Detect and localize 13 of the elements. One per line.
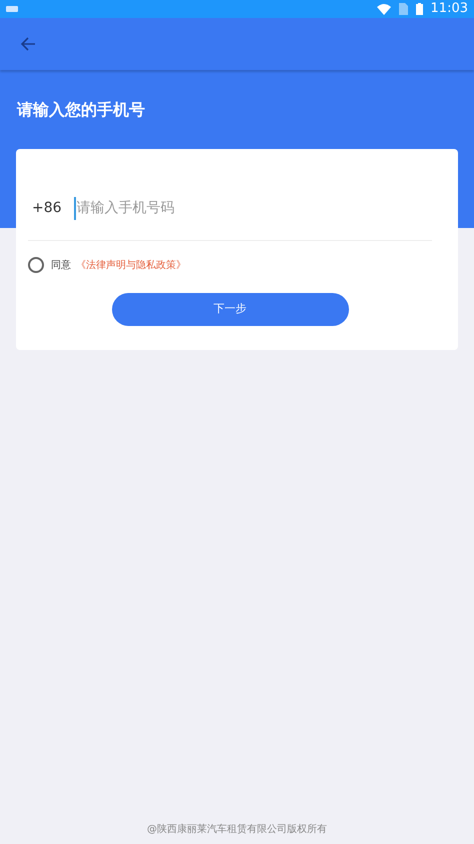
copyright-text: @陕西康丽莱汽车租赁有限公司版权所有: [147, 824, 327, 835]
next-button[interactable]: 下一步: [112, 293, 348, 326]
page-title: 请输入您的手机号: [17, 100, 146, 120]
agree-label: 同意: [51, 258, 71, 272]
country-code[interactable]: +86: [32, 198, 62, 219]
wifi-icon: [376, 4, 391, 14]
status-time: 11:03: [430, 0, 468, 18]
keyboard-icon: [6, 5, 18, 13]
no-sim-icon: [398, 3, 408, 15]
agree-checkbox[interactable]: [28, 257, 44, 273]
battery-icon: [416, 3, 423, 15]
back-icon[interactable]: [20, 37, 36, 51]
policy-link[interactable]: 《法律声明与隐私政策》: [76, 258, 186, 272]
